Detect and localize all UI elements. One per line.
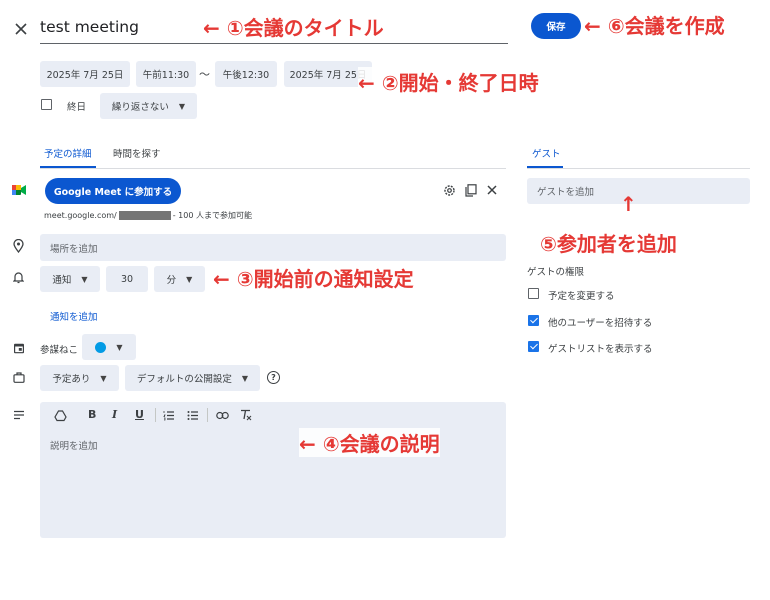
meet-link-prefix: meet.google.com/ xyxy=(44,211,117,220)
meet-link-suffix: - 100 人まで参加可能 xyxy=(172,211,252,220)
annotation-description: ← ④会議の説明 xyxy=(299,428,440,457)
description-icon xyxy=(13,410,27,424)
chevron-down-icon: ▼ xyxy=(116,342,123,352)
bell-icon xyxy=(12,271,27,285)
remove-meet-icon[interactable] xyxy=(487,185,497,195)
annotation-datetime: ← ②開始・終了日時 xyxy=(358,67,539,96)
start-date-chip[interactable]: 2025年 7月 25日 xyxy=(40,61,130,87)
help-icon[interactable]: ? xyxy=(267,371,280,384)
annotation-create: ← ⑥会議を作成 xyxy=(584,10,725,39)
start-time-chip[interactable]: 午前11:30 xyxy=(136,61,196,87)
calendar-color-dot xyxy=(95,341,107,353)
description-editor[interactable] xyxy=(40,402,506,538)
italic-icon[interactable]: I xyxy=(112,408,117,421)
calendar-name: 参謀ねこ xyxy=(40,345,79,356)
repeat-select[interactable]: 繰り返さない ▼ xyxy=(100,93,197,119)
notification-type-select[interactable]: 通知 ▼ xyxy=(40,266,100,292)
description-placeholder: 説明を追加 xyxy=(50,441,98,452)
perm-see-list-checkbox[interactable] xyxy=(528,341,539,352)
tab-guests[interactable]: ゲスト xyxy=(532,146,561,160)
guests-divider xyxy=(527,168,750,169)
chevron-down-icon: ▼ xyxy=(100,373,107,383)
notification-unit-label: 分 xyxy=(166,275,177,286)
guest-permissions-title: ゲストの権限 xyxy=(527,267,585,278)
annotation-notify: ← ③開始前の通知設定 xyxy=(213,263,414,292)
calendar-icon xyxy=(13,342,27,356)
underline-icon[interactable]: U xyxy=(135,408,144,421)
annotation-title: ← ①会議のタイトル xyxy=(203,12,384,41)
repeat-label: 繰り返さない xyxy=(111,102,169,113)
meet-link-redacted xyxy=(118,211,171,220)
clear-format-icon[interactable] xyxy=(240,409,252,421)
calendar-color-select[interactable]: ▼ xyxy=(82,334,136,360)
notification-amount-input[interactable]: 30 xyxy=(106,266,148,292)
chevron-down-icon: ▼ xyxy=(81,274,88,284)
perm-invite-label: 他のユーザーを招待する xyxy=(548,318,653,329)
bulleted-list-icon[interactable] xyxy=(187,410,199,421)
join-meet-button[interactable]: Google Meet に参加する xyxy=(45,178,181,204)
availability-label: 予定あり xyxy=(52,374,91,385)
perm-modify-label: 予定を変更する xyxy=(548,291,615,302)
notification-unit-select[interactable]: 分 ▼ xyxy=(154,266,205,292)
close-icon xyxy=(15,23,27,35)
link-icon[interactable] xyxy=(216,411,229,420)
briefcase-icon xyxy=(13,372,27,386)
availability-select[interactable]: 予定あり ▼ xyxy=(40,365,119,391)
time-separator: 〜 xyxy=(199,68,210,81)
tab-details[interactable]: 予定の詳細 xyxy=(44,146,92,160)
allday-label: 終日 xyxy=(67,102,87,113)
chevron-down-icon: ▼ xyxy=(241,373,249,383)
visibility-select[interactable]: デフォルトの公開設定 ▼ xyxy=(125,365,260,391)
numbered-list-icon[interactable] xyxy=(163,410,175,421)
meet-link-info: meet.google.com/ - 100 人まで参加可能 xyxy=(44,210,252,221)
perm-invite-checkbox[interactable] xyxy=(528,315,539,326)
add-guests-input[interactable]: ゲストを追加 xyxy=(527,178,750,204)
add-notification-link[interactable]: 通知を追加 xyxy=(50,309,98,323)
chevron-down-icon: ▼ xyxy=(186,274,193,284)
meet-settings-icon[interactable] xyxy=(443,184,456,197)
location-icon xyxy=(13,238,27,254)
bold-icon[interactable]: B xyxy=(88,408,96,421)
chevron-down-icon: ▼ xyxy=(178,101,186,111)
allday-checkbox[interactable] xyxy=(41,99,52,110)
notification-type-label: 通知 xyxy=(52,275,72,286)
end-time-chip[interactable]: 午後12:30 xyxy=(215,61,277,87)
google-meet-icon xyxy=(12,184,26,198)
perm-modify-checkbox[interactable] xyxy=(528,288,539,299)
tabs-divider xyxy=(40,168,506,169)
toolbar-separator xyxy=(207,408,208,422)
drive-icon[interactable] xyxy=(54,410,67,422)
tab-find-time[interactable]: 時間を探す xyxy=(113,146,161,160)
annotation-guests: ⑤参加者を追加 xyxy=(540,228,677,257)
copy-icon[interactable] xyxy=(465,184,477,197)
location-input[interactable]: 場所を追加 xyxy=(40,234,506,261)
perm-see-list-label: ゲストリストを表示する xyxy=(548,344,653,355)
annotation-guests-arrow: ↑ xyxy=(620,192,637,216)
visibility-label: デフォルトの公開設定 xyxy=(136,374,232,385)
save-button[interactable]: 保存 xyxy=(531,13,581,39)
close-button[interactable] xyxy=(12,20,30,38)
toolbar-separator xyxy=(155,408,156,422)
